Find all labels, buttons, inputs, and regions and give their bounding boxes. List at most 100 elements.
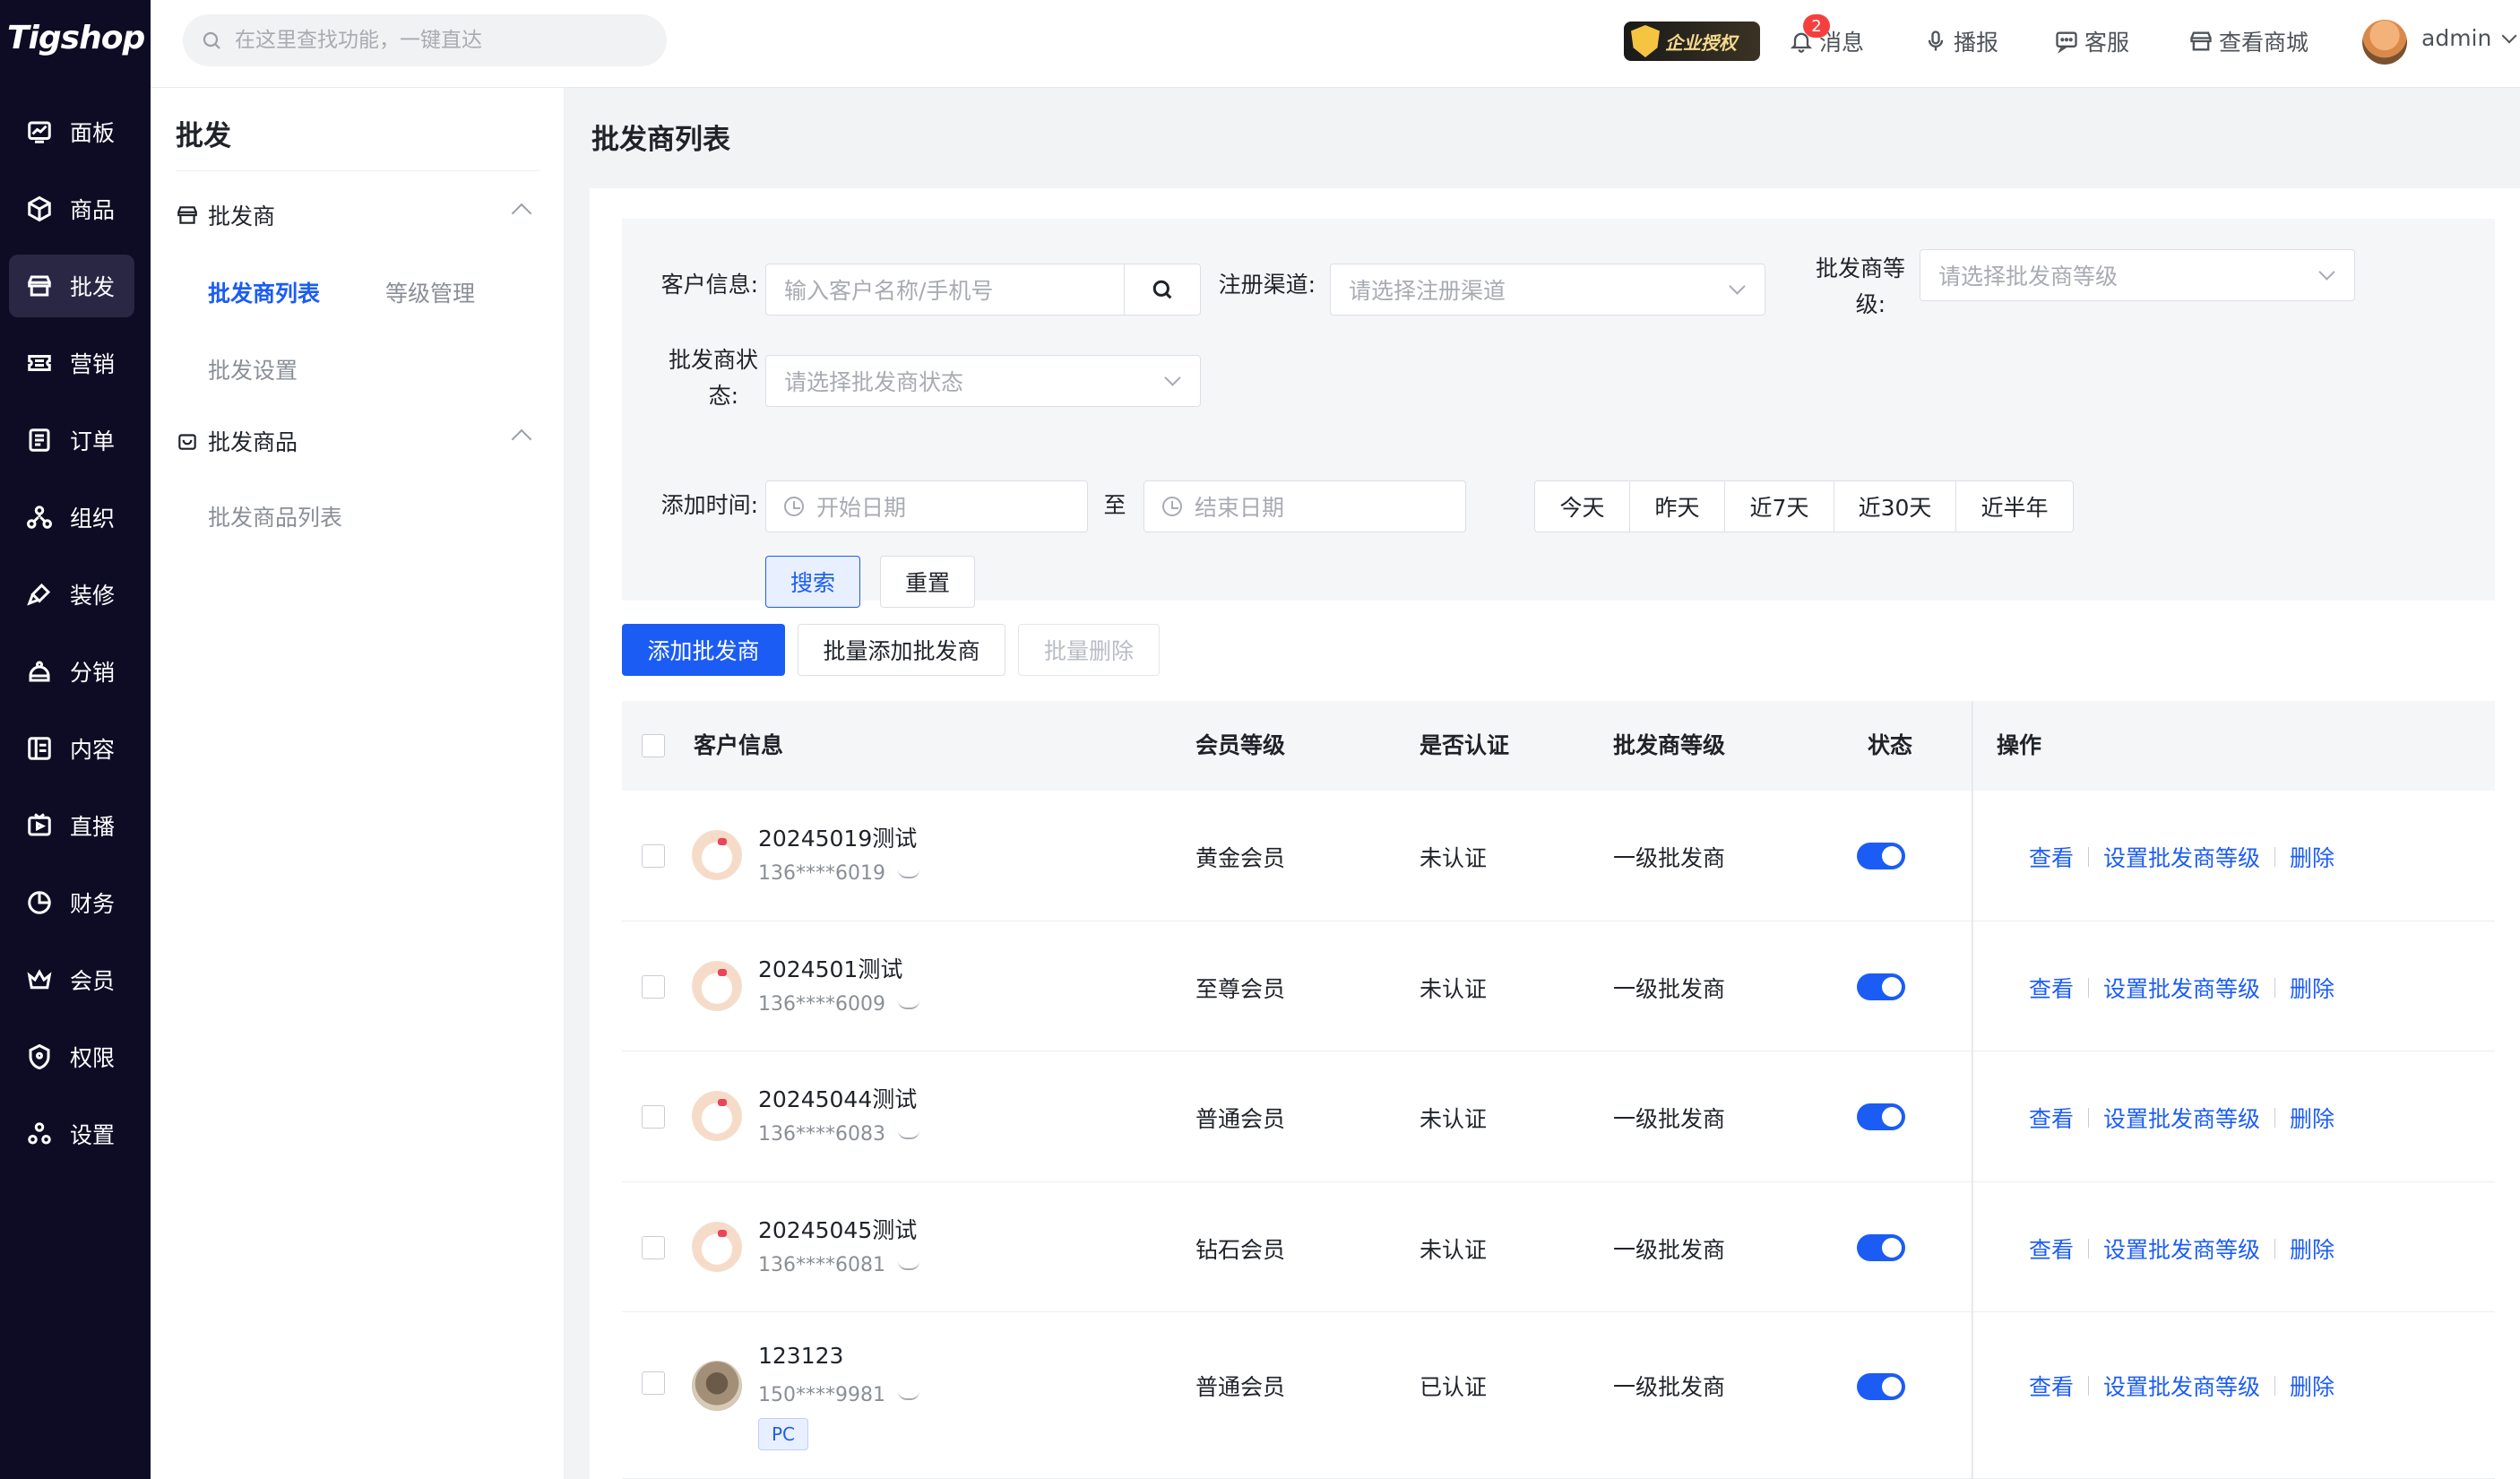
eye-closed-icon[interactable]	[897, 869, 919, 878]
view-link[interactable]: 查看	[2029, 1370, 2074, 1402]
live-icon	[25, 811, 54, 840]
view-link[interactable]: 查看	[2029, 972, 2074, 1004]
row-checkbox[interactable]	[642, 1105, 665, 1129]
status-toggle[interactable]	[1857, 973, 1905, 1000]
delete-link[interactable]: 删除	[2290, 1102, 2334, 1134]
customer-service-link[interactable]: 客服	[2054, 23, 2129, 59]
source-tag: PC	[758, 1418, 808, 1450]
view-store-link[interactable]: 查看商城	[2188, 23, 2309, 59]
status-toggle[interactable]	[1857, 1373, 1905, 1400]
quick-date-today[interactable]: 今天	[1535, 481, 1630, 532]
nav-item-permissions[interactable]: 权限	[9, 1025, 134, 1088]
quick-date-half-year[interactable]: 近半年	[1956, 481, 2073, 532]
view-link[interactable]: 查看	[2029, 1102, 2074, 1134]
customer-info-input[interactable]: 输入客户名称/手机号	[765, 264, 1126, 316]
nav-item-dashboard[interactable]: 面板	[9, 100, 134, 163]
row-checkbox[interactable]	[642, 975, 665, 999]
start-date-input[interactable]: 开始日期	[765, 480, 1088, 532]
subnav-item-wholesale-goods-list[interactable]: 批发商品列表	[208, 500, 342, 532]
nav-label: 会员	[70, 968, 116, 994]
nav-item-content[interactable]: 内容	[9, 717, 134, 780]
nav-label: 权限	[70, 1045, 116, 1071]
quick-date-group: 今天 昨天 近7天 近30天 近半年	[1534, 480, 2074, 532]
org-icon	[25, 503, 54, 532]
user-avatar[interactable]	[2362, 20, 2407, 65]
eye-closed-icon[interactable]	[897, 1261, 919, 1270]
messages-link[interactable]: 2 消息	[1789, 14, 1864, 59]
set-level-link[interactable]: 设置批发商等级	[2103, 972, 2260, 1004]
nav-item-members[interactable]: 会员	[9, 948, 134, 1011]
microphone-icon	[1928, 30, 1944, 51]
subnav-title: 批发	[176, 120, 231, 152]
reset-button[interactable]: 重置	[880, 556, 975, 608]
wholesaler-level-label-line1: 批发商等	[1815, 255, 1905, 281]
wholesaler-level: 一级批发商	[1613, 1374, 1726, 1400]
nav-item-decoration[interactable]: 装修	[9, 563, 134, 626]
customer-phone-text: 136****6083	[758, 1123, 885, 1146]
nav-label: 内容	[70, 737, 116, 763]
add-wholesaler-button[interactable]: 添加批发商	[622, 624, 785, 676]
nav-label: 装修	[70, 583, 116, 609]
quick-date-7days[interactable]: 近7天	[1725, 481, 1834, 532]
member-level: 普通会员	[1195, 1374, 1286, 1400]
status-toggle[interactable]	[1857, 1103, 1905, 1130]
batch-delete-button[interactable]: 批量删除	[1018, 624, 1160, 676]
view-link[interactable]: 查看	[2029, 1232, 2074, 1265]
customer-search-button[interactable]	[1124, 264, 1201, 316]
status-toggle[interactable]	[1857, 843, 1905, 869]
row-operations: 查看 设置批发商等级 删除	[2029, 972, 2334, 1004]
nav-item-orders[interactable]: 订单	[9, 409, 134, 471]
search-button[interactable]: 搜索	[765, 556, 860, 608]
set-level-link[interactable]: 设置批发商等级	[2103, 1232, 2260, 1265]
broadcast-link[interactable]: 播报	[1923, 23, 1998, 59]
nav-item-products[interactable]: 商品	[9, 177, 134, 240]
status-toggle[interactable]	[1857, 1234, 1905, 1261]
global-search[interactable]	[183, 14, 667, 66]
customer-phone: 150****9981	[758, 1384, 919, 1406]
delete-link[interactable]: 删除	[2290, 972, 2334, 1004]
set-level-link[interactable]: 设置批发商等级	[2103, 841, 2260, 873]
quick-date-yesterday[interactable]: 昨天	[1630, 481, 1725, 532]
user-menu[interactable]: admin	[2421, 25, 2517, 51]
eye-closed-icon[interactable]	[897, 1391, 919, 1400]
nav-item-organization[interactable]: 组织	[9, 486, 134, 549]
nav-item-marketing[interactable]: 营销	[9, 332, 134, 394]
col-status: 状态	[1868, 732, 1913, 758]
subnav-group-wholesalers[interactable]: 批发商	[176, 197, 539, 233]
view-link[interactable]: 查看	[2029, 841, 2074, 873]
subnav-group-wholesale-goods[interactable]: 批发商品	[176, 423, 539, 459]
wholesaler-status-select[interactable]: 请选择批发商状态	[765, 355, 1201, 407]
end-date-input[interactable]: 结束日期	[1143, 480, 1466, 532]
nav-item-distribution[interactable]: 分销	[9, 640, 134, 703]
nav-item-finance[interactable]: 财务	[9, 871, 134, 934]
delete-link[interactable]: 删除	[2290, 1232, 2334, 1265]
subnav-item-level-management[interactable]: 等级管理	[385, 276, 475, 308]
row-checkbox[interactable]	[642, 844, 665, 868]
delete-link[interactable]: 删除	[2290, 841, 2334, 873]
select-all-checkbox[interactable]	[642, 734, 665, 757]
subnav-item-wholesaler-list[interactable]: 批发商列表	[208, 276, 320, 308]
divider	[2088, 1239, 2090, 1258]
nav-label: 营销	[70, 351, 116, 377]
row-checkbox[interactable]	[642, 1236, 665, 1259]
subnav-item-wholesale-settings[interactable]: 批发设置	[208, 353, 298, 385]
row-checkbox[interactable]	[642, 1371, 665, 1395]
nav-item-settings[interactable]: 设置	[9, 1103, 134, 1165]
nav-item-wholesale[interactable]: 批发	[9, 255, 134, 317]
quick-date-30days[interactable]: 近30天	[1834, 481, 1956, 532]
wholesaler-level-select[interactable]: 请选择批发商等级	[1920, 249, 2355, 301]
row-operations: 查看 设置批发商等级 删除	[2029, 1102, 2334, 1134]
eye-closed-icon[interactable]	[897, 1000, 919, 1009]
user-name: admin	[2421, 25, 2492, 51]
app-logo[interactable]: Tigshop	[7, 16, 145, 59]
register-channel-select[interactable]: 请选择注册渠道	[1330, 264, 1765, 316]
set-level-link[interactable]: 设置批发商等级	[2103, 1370, 2260, 1402]
set-level-link[interactable]: 设置批发商等级	[2103, 1102, 2260, 1134]
enterprise-license-badge[interactable]: 企业授权	[1624, 22, 1760, 61]
divider	[2088, 1108, 2090, 1128]
global-search-input[interactable]	[235, 29, 647, 52]
eye-closed-icon[interactable]	[897, 1130, 919, 1139]
nav-item-live[interactable]: 直播	[9, 794, 134, 857]
delete-link[interactable]: 删除	[2290, 1370, 2334, 1402]
batch-add-wholesaler-button[interactable]: 批量添加批发商	[798, 624, 1005, 676]
